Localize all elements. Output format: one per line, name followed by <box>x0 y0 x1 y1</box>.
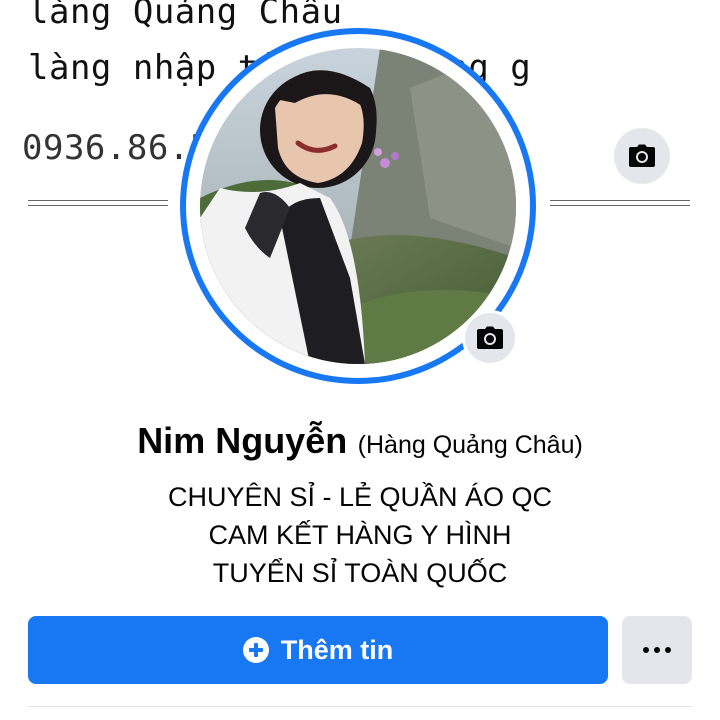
camera-icon <box>629 144 655 167</box>
camera-icon <box>477 326 503 349</box>
profile-alternate-name: (Hàng Quảng Châu) <box>357 431 583 459</box>
profile-name-row: Nim Nguyễn (Hàng Quảng Châu) <box>0 420 720 462</box>
avatar <box>200 48 516 364</box>
profile-bio: CHUYÊN SỈ - LẺ QUẦN ÁO QC CAM KẾT HÀNG Y… <box>0 478 720 592</box>
cover-text-line: làng Quảng Châu <box>28 0 343 32</box>
cover-divider <box>28 200 168 206</box>
bio-line: TUYỂN SỈ TOÀN QUỐC <box>212 558 508 588</box>
ellipsis-icon <box>643 647 671 653</box>
edit-profile-picture-button[interactable] <box>462 310 518 366</box>
edit-cover-photo-button[interactable] <box>614 128 670 184</box>
bio-line: CAM KẾT HÀNG Y HÌNH <box>208 520 512 550</box>
cover-divider <box>550 200 690 206</box>
add-info-button[interactable]: Thêm tin <box>28 616 608 684</box>
profile-name: Nim Nguyễn <box>137 420 348 461</box>
section-divider <box>28 706 692 707</box>
add-info-label: Thêm tin <box>280 634 394 665</box>
more-options-button[interactable] <box>622 616 692 684</box>
plus-circle-icon <box>242 637 269 663</box>
bio-line: CHUYÊN SỈ - LẺ QUẦN ÁO QC <box>167 482 553 512</box>
